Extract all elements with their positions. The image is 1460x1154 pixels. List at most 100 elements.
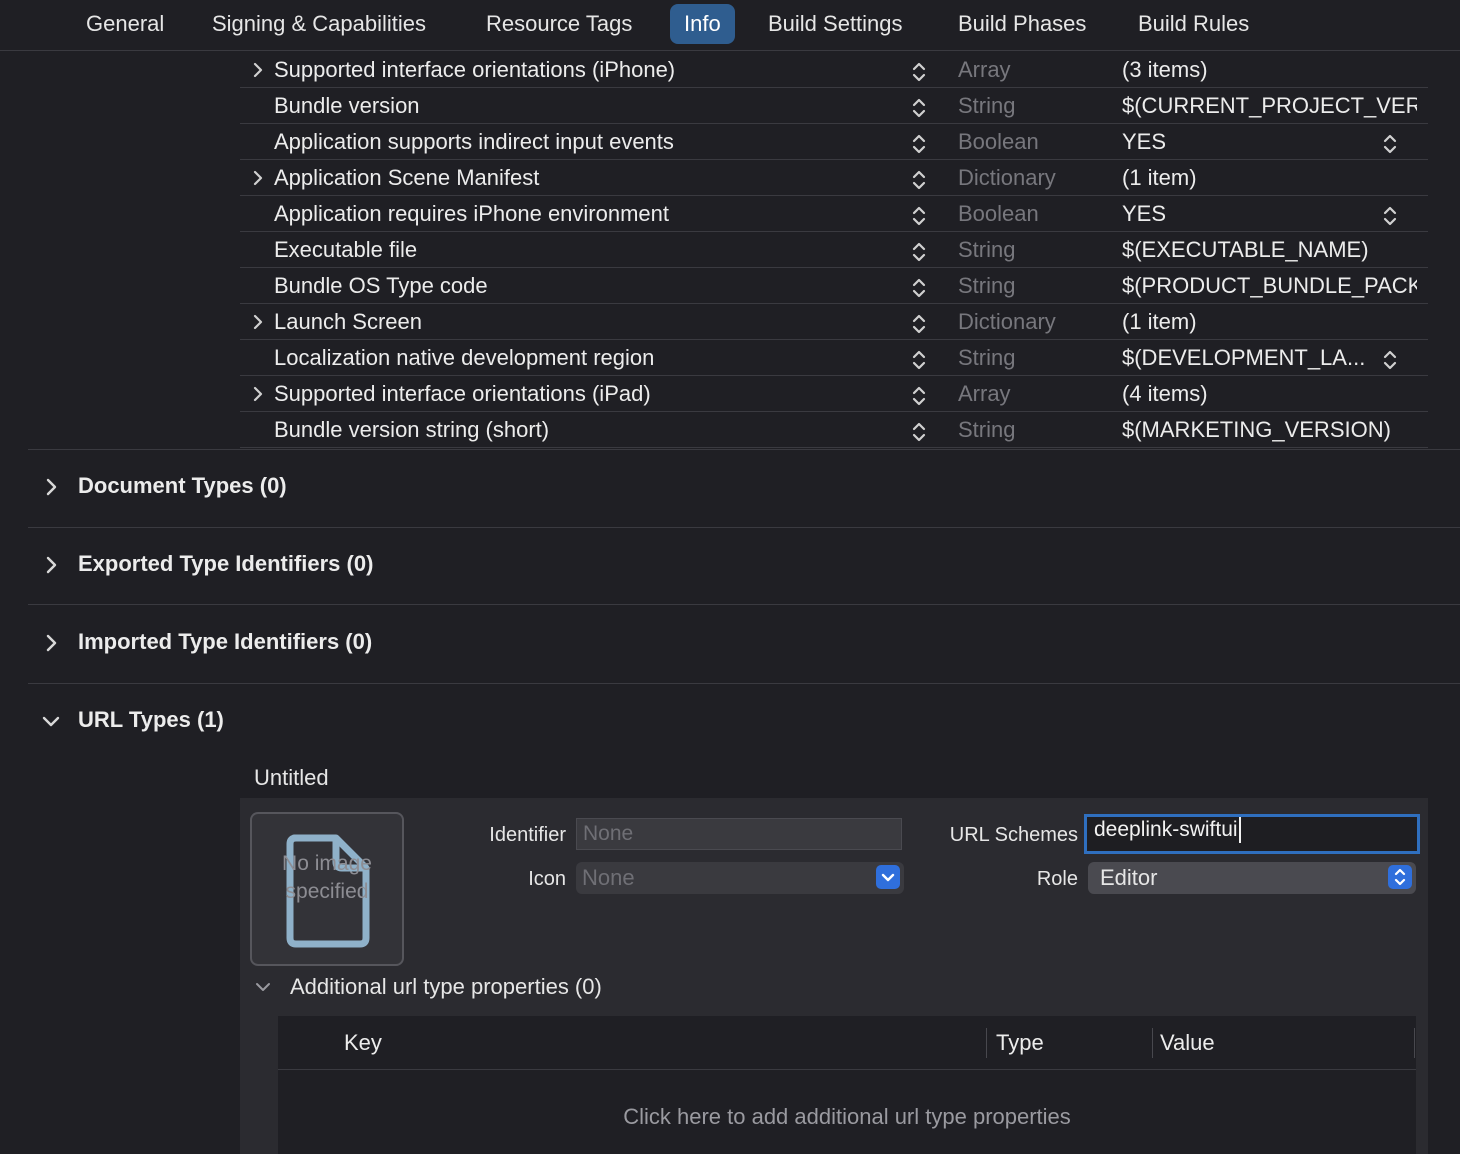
key-stepper-icon[interactable] <box>910 168 928 192</box>
value-stepper-icon[interactable] <box>1381 204 1399 228</box>
plist-type[interactable]: String <box>958 93 1015 119</box>
tab-build-settings[interactable]: Build Settings <box>754 4 917 44</box>
disclosure-chevron-icon[interactable] <box>250 313 266 331</box>
section-divider <box>28 683 1460 684</box>
plist-row[interactable]: Bundle version string (short) String $(MAR… <box>240 412 1428 448</box>
value-stepper-icon[interactable] <box>1381 132 1399 156</box>
plist-row[interactable]: Bundle OS Type code String $(PRODUCT_BUNDL… <box>240 268 1428 304</box>
column-header-value[interactable]: Value <box>1160 1030 1215 1056</box>
tab-resource-tags[interactable]: Resource Tags <box>472 4 646 44</box>
add-properties-hint[interactable]: Click here to add additional url type pr… <box>278 1104 1416 1130</box>
plist-row[interactable]: Supported interface orientations (iPhone… <box>240 52 1428 88</box>
chevron-down-icon[interactable] <box>254 978 272 996</box>
plist-value[interactable]: $(CURRENT_PROJECT_VER <box>1122 93 1417 119</box>
url-type-image-well[interactable]: No image specified <box>250 812 404 966</box>
plist-type[interactable]: Dictionary <box>958 309 1056 335</box>
chevron-right-icon[interactable] <box>40 632 62 654</box>
icon-label: Icon <box>528 868 566 890</box>
plist-type[interactable]: Dictionary <box>958 165 1056 191</box>
plist-key[interactable]: Application Scene Manifest <box>274 165 539 191</box>
plist-value[interactable]: $(PRODUCT_BUNDLE_PACK <box>1122 273 1417 299</box>
key-stepper-icon[interactable] <box>910 240 928 264</box>
key-stepper-icon[interactable] <box>910 312 928 336</box>
key-stepper-icon[interactable] <box>910 420 928 444</box>
plist-key[interactable]: Supported interface orientations (iPhone… <box>274 57 675 83</box>
plist-row[interactable]: Supported interface orientations (iPad) A… <box>240 376 1428 412</box>
plist-value[interactable]: $(DEVELOPMENT_LA... <box>1122 345 1365 371</box>
plist-key[interactable]: Supported interface orientations (iPad) <box>274 381 651 407</box>
tab-info[interactable]: Info <box>670 4 735 44</box>
plist-key[interactable]: Bundle version <box>274 93 420 119</box>
plist-value[interactable]: (3 items) <box>1122 57 1208 83</box>
additional-properties-title: Additional url type properties (0) <box>290 974 602 999</box>
key-stepper-icon[interactable] <box>910 348 928 372</box>
disclosure-chevron-icon[interactable] <box>250 385 266 403</box>
url-schemes-field[interactable]: deeplink-swiftui <box>1084 814 1420 854</box>
key-stepper-icon[interactable] <box>910 132 928 156</box>
section-divider <box>28 527 1460 528</box>
plist-value[interactable]: (1 item) <box>1122 309 1197 335</box>
plist-row[interactable]: Executable file String $(EXECUTABLE_NAME) <box>240 232 1428 268</box>
identifier-field[interactable]: None <box>576 818 902 850</box>
plist-row[interactable]: Application requires iPhone environment B… <box>240 196 1428 232</box>
popup-arrow-button[interactable] <box>876 865 900 889</box>
plist-value[interactable]: YES <box>1122 201 1166 227</box>
plist-value[interactable]: (1 item) <box>1122 165 1197 191</box>
plist-key[interactable]: Application supports indirect input even… <box>274 129 674 155</box>
section-divider <box>28 449 1460 450</box>
plist-type[interactable]: Array <box>958 57 1011 83</box>
role-label: Role <box>1036 868 1078 890</box>
plist-type[interactable]: String <box>958 237 1015 263</box>
key-stepper-icon[interactable] <box>910 276 928 300</box>
plist-row[interactable]: Application Scene Manifest Dictionary (1 i… <box>240 160 1428 196</box>
plist-key[interactable]: Bundle version string (short) <box>274 417 549 443</box>
plist-type[interactable]: String <box>958 273 1015 299</box>
tab-build-rules[interactable]: Build Rules <box>1124 4 1263 44</box>
column-divider <box>1414 1028 1415 1058</box>
url-schemes-label: URL Schemes <box>949 824 1078 846</box>
text-cursor <box>1238 817 1241 844</box>
disclosure-chevron-icon[interactable] <box>250 169 266 187</box>
tab-signing-capabilities[interactable]: Signing & Capabilities <box>198 4 440 44</box>
plist-value[interactable]: (4 items) <box>1122 381 1208 407</box>
key-stepper-icon[interactable] <box>910 384 928 408</box>
plist-key[interactable]: Bundle OS Type code <box>274 273 488 299</box>
plist-key[interactable]: Launch Screen <box>274 309 422 335</box>
plist-value[interactable]: YES <box>1122 129 1166 155</box>
plist-key[interactable]: Executable file <box>274 237 417 263</box>
plist-value[interactable]: $(MARKETING_VERSION) <box>1122 417 1391 443</box>
key-stepper-icon[interactable] <box>910 60 928 84</box>
key-stepper-icon[interactable] <box>910 204 928 228</box>
plist-type[interactable]: Boolean <box>958 201 1039 227</box>
column-header-type[interactable]: Type <box>996 1030 1044 1056</box>
popup-stepper-button[interactable] <box>1388 865 1412 889</box>
tab-build-phases[interactable]: Build Phases <box>944 4 1100 44</box>
value-stepper-icon[interactable] <box>1381 348 1399 372</box>
icon-popup[interactable]: None <box>576 862 904 894</box>
plist-row[interactable]: Launch Screen Dictionary (1 item) <box>240 304 1428 340</box>
tab-general[interactable]: General <box>72 4 178 44</box>
key-stepper-icon[interactable] <box>910 96 928 120</box>
plist-type[interactable]: Boolean <box>958 129 1039 155</box>
up-down-chevron-icon <box>1394 868 1406 886</box>
url-type-panel: No image specified Identifier None Icon … <box>240 798 1428 1154</box>
section-title: Document Types (0) <box>78 473 287 498</box>
role-popup[interactable]: Editor <box>1088 862 1416 894</box>
plist-row[interactable]: Application supports indirect input even… <box>240 124 1428 160</box>
plist-type[interactable]: String <box>958 345 1015 371</box>
plist-value[interactable]: $(EXECUTABLE_NAME) <box>1122 237 1369 263</box>
plist-type[interactable]: String <box>958 417 1015 443</box>
plist-key[interactable]: Localization native development region <box>274 345 654 371</box>
disclosure-chevron-icon[interactable] <box>250 61 266 79</box>
column-header-key[interactable]: Key <box>344 1030 382 1056</box>
custom-target-properties-table: Supported interface orientations (iPhone… <box>240 52 1428 448</box>
plist-key[interactable]: Application requires iPhone environment <box>274 201 669 227</box>
editor-tab-bar: General Signing & Capabilities Resource … <box>0 0 1460 51</box>
plist-row[interactable]: Bundle version String $(CURRENT_PROJECT_VE… <box>240 88 1428 124</box>
chevron-right-icon[interactable] <box>40 554 62 576</box>
chevron-down-icon[interactable] <box>40 710 62 732</box>
chevron-right-icon[interactable] <box>40 476 62 498</box>
section-divider <box>28 604 1460 605</box>
plist-type[interactable]: Array <box>958 381 1011 407</box>
plist-row[interactable]: Localization native development region St… <box>240 340 1428 376</box>
